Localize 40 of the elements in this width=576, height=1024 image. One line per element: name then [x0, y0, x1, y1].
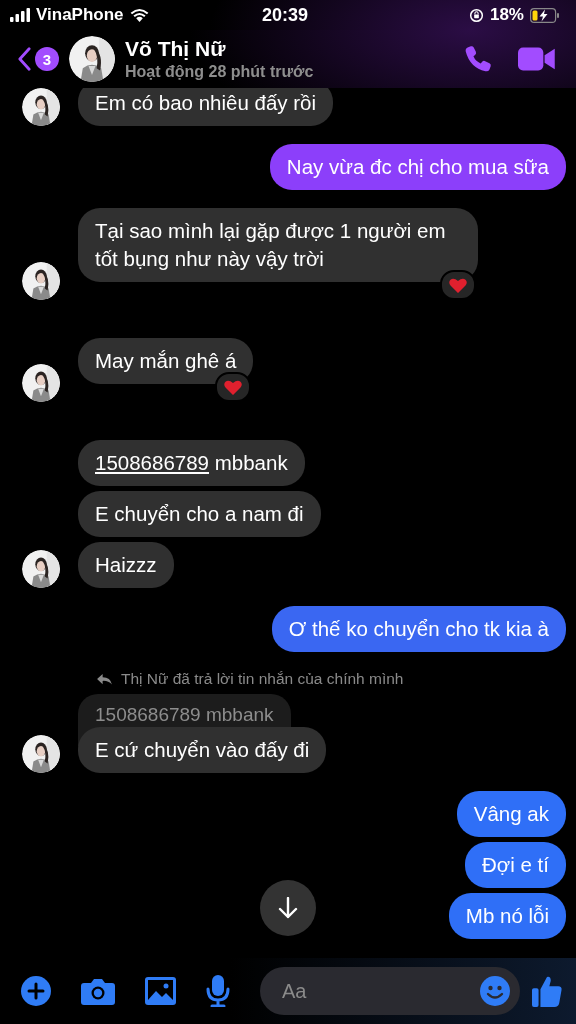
message-bubble: Đợi e tí — [465, 842, 566, 888]
battery-icon — [530, 7, 560, 23]
camera-icon[interactable] — [81, 977, 115, 1005]
message-bubble: Haizzz — [78, 542, 174, 588]
message-bubble: Em có bao nhiêu đấy rồi — [78, 88, 334, 126]
message-bubble: Nay vừa đc chị cho mua sữa — [269, 144, 566, 190]
video-camera-icon[interactable] — [518, 45, 556, 73]
down-arrow-icon — [278, 897, 298, 919]
message-input[interactable]: Aa — [280, 978, 480, 1004]
heart-icon — [223, 378, 244, 396]
image-icon[interactable] — [145, 977, 176, 1005]
back-icon — [18, 46, 31, 72]
wifi-icon — [129, 8, 149, 22]
unread-badge: 3 — [35, 47, 59, 71]
message-bubble: E cứ chuyển vào đấy đi — [78, 727, 327, 773]
reply-notice: Thị Nữ đã trả lời tin nhắn của chính mình — [121, 670, 404, 688]
rotation-lock-icon — [468, 7, 484, 23]
message-bubble: Tại sao mình lại gặp được 1 người em tốt bụng như này vậy trời — [78, 208, 478, 282]
emoji-icon[interactable] — [480, 976, 510, 1006]
message-bubble: Ơ thế ko chuyển cho tk kia à — [271, 606, 566, 652]
heart-icon — [448, 276, 468, 294]
back-button[interactable]: 3 — [18, 46, 59, 72]
battery-percent: 18% — [489, 5, 524, 25]
message-bubble: 1508686789 mbbank — [78, 440, 305, 486]
message-bubble: E chuyển cho a nam đi — [78, 491, 321, 537]
message-bubble: Mb nó lỗi — [448, 893, 566, 939]
plus-icon[interactable] — [21, 976, 51, 1006]
thumbs-up-icon[interactable] — [532, 975, 562, 1007]
activity-status: Hoạt động 28 phút trước — [125, 63, 314, 81]
microphone-icon[interactable] — [206, 975, 230, 1007]
contact-name: Võ Thị Nữ — [125, 37, 226, 61]
reply-icon — [96, 672, 113, 686]
signal-icon — [10, 8, 30, 22]
message-bubble: Vâng ak — [456, 791, 566, 837]
message-field[interactable]: Aa — [260, 967, 520, 1015]
account-number-link[interactable]: 1508686789 — [95, 451, 209, 474]
carrier-name: VinaPhone — [36, 5, 124, 25]
message-bubble: May mắn ghê á — [78, 338, 254, 384]
scroll-down-button[interactable] — [260, 880, 316, 936]
clock-time: 20:39 — [261, 4, 308, 26]
